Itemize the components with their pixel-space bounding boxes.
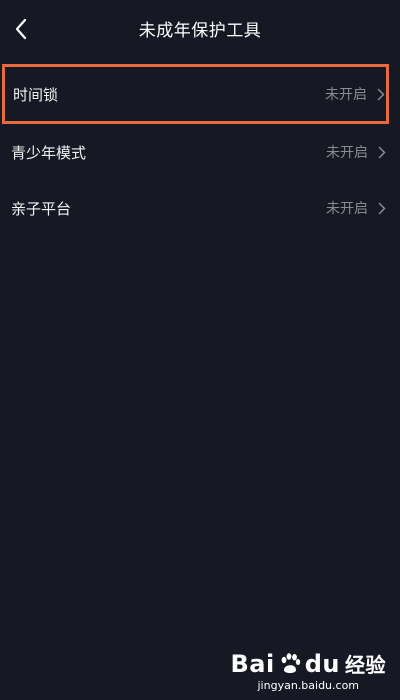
- menu-item-status: 未开启: [326, 145, 368, 161]
- screen: 未成年保护工具 时间锁 未开启 青少年模式 未开启 亲子平台 未开启 Bai d…: [0, 0, 400, 700]
- menu-item-label: 青少年模式: [11, 143, 87, 162]
- chevron-right-icon: [378, 202, 386, 215]
- chevron-right-icon: [378, 146, 386, 159]
- menu-item-status: 未开启: [325, 87, 367, 103]
- chevron-right-icon: [377, 88, 385, 101]
- menu-item-right: 未开启: [326, 142, 386, 162]
- baidu-jingyan-watermark: Bai du 经验 jingyan.baidu.com: [231, 649, 386, 693]
- menu-item-parent-platform[interactable]: 亲子平台 未开启: [0, 180, 400, 236]
- menu-item-right: 未开启: [326, 198, 386, 218]
- paw-icon: [281, 652, 300, 673]
- menu-item-right: 未开启: [325, 84, 385, 104]
- watermark-url: jingyan.baidu.com: [257, 679, 360, 692]
- menu-item-time-lock[interactable]: 时间锁 未开启: [2, 64, 389, 124]
- baidu-logo: Bai du 经验: [231, 649, 386, 678]
- menu-item-label: 时间锁: [13, 85, 59, 104]
- brand-text-b: du: [304, 649, 340, 678]
- menu-item-youth-mode[interactable]: 青少年模式 未开启: [0, 124, 400, 180]
- brand-text-a: Bai: [230, 649, 275, 678]
- menu-list: 时间锁 未开启 青少年模式 未开启 亲子平台 未开启: [0, 64, 400, 236]
- menu-item-label: 亲子平台: [11, 199, 72, 218]
- navigation-bar: 未成年保护工具: [0, 0, 400, 58]
- page-title: 未成年保护工具: [138, 21, 262, 41]
- menu-item-status: 未开启: [326, 201, 368, 217]
- brand-suffix: 经验: [345, 653, 386, 677]
